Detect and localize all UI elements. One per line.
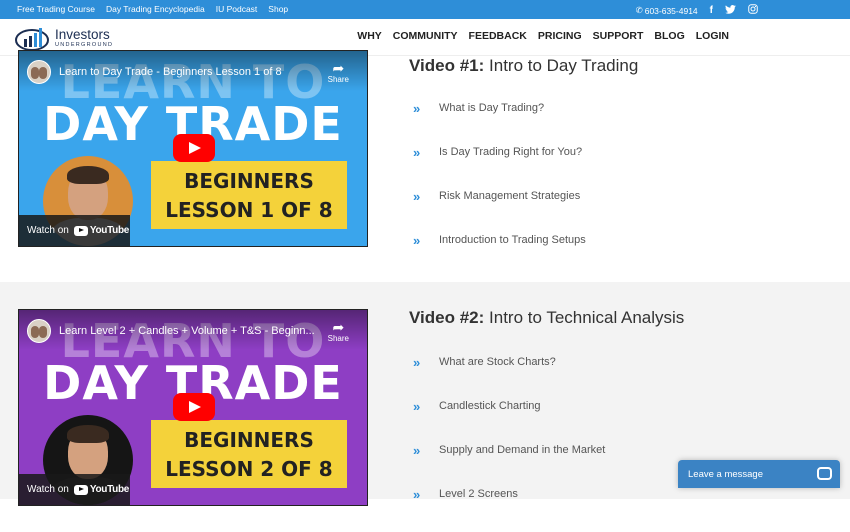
twitter-icon[interactable]	[725, 4, 736, 17]
nav-feedback[interactable]: FEEDBACK	[469, 30, 527, 42]
topic-text: Risk Management Strategies	[439, 190, 581, 202]
nav-support[interactable]: SUPPORT	[593, 30, 644, 42]
nav-why[interactable]: WHY	[357, 30, 382, 42]
double-chevron-icon: »	[413, 355, 421, 370]
youtube-icon	[73, 484, 88, 495]
double-chevron-icon: »	[413, 189, 421, 204]
logo-line1: Investors	[55, 26, 110, 42]
video-embed-2[interactable]: LEARN TO DAY TRADE Learn Level 2 + Candl…	[18, 309, 368, 506]
video-number: Video #2:	[409, 308, 485, 327]
double-chevron-icon: »	[413, 399, 421, 414]
topic-text: Candlestick Charting	[439, 400, 541, 412]
video-section-1: LEARN TO DAY TRADE Learn to Day Trade - …	[0, 50, 850, 282]
instagram-icon[interactable]	[748, 4, 758, 17]
watch-label: Watch on	[27, 225, 69, 236]
video-title[interactable]: Learn Level 2 + Candles + Volume + T&S -…	[59, 325, 319, 337]
double-chevron-icon: »	[413, 487, 421, 502]
nav-login[interactable]: LOGIN	[696, 30, 729, 42]
share-button[interactable]: ➦ Share	[328, 320, 349, 343]
nav-blog[interactable]: BLOG	[654, 30, 684, 42]
link-free-trading-course[interactable]: Free Trading Course	[17, 4, 95, 14]
top-bar: Free Trading Course Day Trading Encyclop…	[0, 0, 850, 19]
lesson-badge: BEGINNERS LESSON 1 OF 8	[151, 161, 347, 229]
lesson-line1: BEGINNERS	[184, 169, 314, 193]
watch-on-youtube[interactable]: Watch on YouTube	[19, 474, 130, 505]
share-label: Share	[327, 75, 349, 84]
link-shop[interactable]: Shop	[268, 4, 288, 14]
video-heading-title: Intro to Technical Analysis	[489, 308, 685, 327]
video-embed-1[interactable]: LEARN TO DAY TRADE Learn to Day Trade - …	[18, 50, 368, 247]
chat-widget[interactable]: Leave a message	[678, 460, 840, 488]
logo[interactable]: Investors UNDERGROUND	[15, 25, 113, 51]
nav-pricing[interactable]: PRICING	[538, 30, 582, 42]
main-nav: WHY COMMUNITY FEEDBACK PRICING SUPPORT B…	[357, 30, 729, 42]
double-chevron-icon: »	[413, 443, 421, 458]
link-day-trading-encyclopedia[interactable]: Day Trading Encyclopedia	[106, 4, 205, 14]
video-heading-1: Video #1: Intro to Day Trading	[409, 56, 638, 76]
chat-label: Leave a message	[688, 468, 763, 480]
watch-on-youtube[interactable]: Watch on YouTube	[19, 215, 130, 246]
topic-text: Supply and Demand in the Market	[439, 444, 606, 456]
video-heading-title: Intro to Day Trading	[489, 56, 639, 75]
topic-text: Introduction to Trading Setups	[439, 234, 586, 246]
share-icon: ➦	[332, 60, 345, 76]
lesson-badge: BEGINNERS LESSON 2 OF 8	[151, 420, 347, 488]
phone-icon: ✆	[635, 5, 643, 15]
logo-line2: UNDERGROUND	[55, 42, 114, 48]
lesson-line2: LESSON 2 OF 8	[165, 457, 333, 481]
play-button-icon[interactable]	[173, 393, 215, 421]
topic-text: Level 2 Screens	[439, 488, 518, 500]
facebook-icon[interactable]: f	[710, 5, 713, 16]
topic-text: Is Day Trading Right for You?	[439, 146, 583, 158]
top-links: Free Trading Course Day Trading Encyclop…	[17, 4, 288, 14]
channel-avatar[interactable]	[27, 319, 51, 343]
double-chevron-icon: »	[413, 145, 421, 160]
video-title[interactable]: Learn to Day Trade - Beginners Lesson 1 …	[59, 66, 319, 78]
topic-text: What are Stock Charts?	[439, 356, 556, 368]
lesson-line2: LESSON 1 OF 8	[165, 198, 333, 222]
youtube-label: YouTube	[89, 225, 130, 236]
youtube-logo: YouTube	[73, 225, 130, 236]
video-heading-2: Video #2: Intro to Technical Analysis	[409, 308, 684, 328]
youtube-logo: YouTube	[73, 484, 130, 495]
phone-link[interactable]: ✆ 603-635-4914	[636, 5, 698, 16]
share-icon: ➦	[332, 319, 345, 335]
watch-label: Watch on	[27, 484, 69, 495]
video-number: Video #1:	[409, 56, 485, 75]
youtube-label: YouTube	[89, 484, 130, 495]
top-right: ✆ 603-635-4914 f	[636, 4, 758, 17]
share-label: Share	[327, 334, 349, 343]
chat-bubble-icon	[817, 467, 832, 480]
double-chevron-icon: »	[413, 101, 421, 116]
channel-avatar[interactable]	[27, 60, 51, 84]
phone-number: 603-635-4914	[644, 5, 698, 16]
youtube-icon	[73, 225, 88, 236]
topic-text: What is Day Trading?	[439, 102, 545, 114]
logo-mark-icon	[15, 25, 51, 51]
nav-community[interactable]: COMMUNITY	[393, 30, 458, 42]
double-chevron-icon: »	[413, 233, 421, 248]
share-button[interactable]: ➦ Share	[328, 61, 349, 84]
lesson-line1: BEGINNERS	[184, 428, 314, 452]
logo-text: Investors UNDERGROUND	[55, 26, 114, 49]
play-button-icon[interactable]	[173, 134, 215, 162]
link-iu-podcast[interactable]: IU Podcast	[216, 4, 258, 14]
